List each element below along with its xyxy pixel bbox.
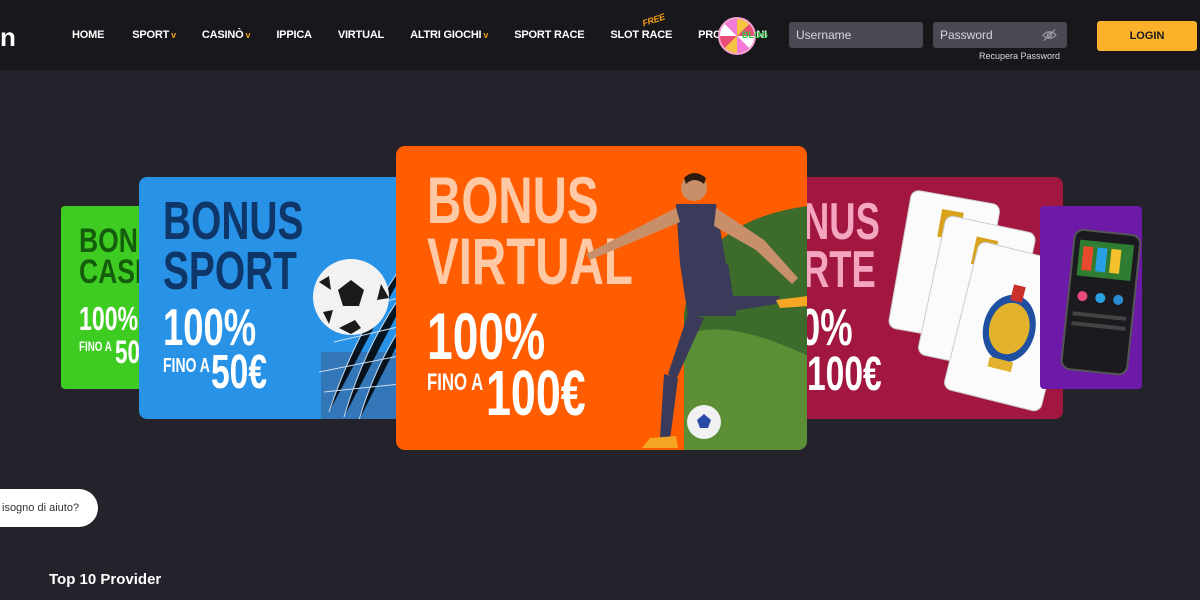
banner-bonus-virtual[interactable]: BONUS VIRTUAL 100% FINO A 100€ xyxy=(396,146,807,450)
nav-casino[interactable]: CASINÒ v xyxy=(202,29,251,41)
login-button[interactable]: LOGIN xyxy=(1097,21,1197,51)
banner-percent: 0% xyxy=(800,299,853,357)
section-title-top-provider: Top 10 Provider xyxy=(49,571,162,588)
chevron-down-icon: v xyxy=(483,30,489,40)
site-logo[interactable]: n xyxy=(0,22,16,53)
top-header: n HOME SPORT v CASINÒ v IPPICA VIRTUAL ALT… xyxy=(0,0,1200,70)
banner-fino: FINO A xyxy=(163,355,210,377)
nav-slot-race[interactable]: FREE SLOT RACE xyxy=(610,12,672,41)
chevron-down-icon: v xyxy=(245,30,251,40)
banner-title: BONUS SPORT xyxy=(163,191,304,301)
chevron-down-icon: v xyxy=(171,30,176,40)
recover-password-link[interactable]: Recupera Password xyxy=(979,51,1060,61)
banner-title: NUS RTE xyxy=(803,193,880,299)
banner-bonus-slot[interactable] xyxy=(1040,206,1142,389)
help-chat-button[interactable]: isogno di aiuto? xyxy=(0,489,98,527)
phone-illustration xyxy=(1060,228,1142,376)
banner-fino: FINO A xyxy=(79,338,112,354)
banner-fino: FINO A xyxy=(427,369,484,396)
nav-altri-giochi[interactable]: ALTRI GIOCHI v xyxy=(410,29,488,41)
playing-cards-illustration xyxy=(888,190,1063,412)
banner-bonus-carte[interactable]: NUS RTE 0% 100€ xyxy=(795,177,1063,419)
username-input[interactable]: Username xyxy=(789,22,923,48)
nav-ippica[interactable]: IPPICA xyxy=(276,29,312,41)
soccer-player-illustration xyxy=(586,173,807,448)
banner-amount: 50 xyxy=(115,334,140,370)
nav-home[interactable]: HOME xyxy=(72,29,106,41)
password-input[interactable]: Password xyxy=(933,22,1067,48)
banner-percent: 100% xyxy=(79,300,139,337)
banner-amount: 100€ xyxy=(486,357,586,429)
banner-bonus-sport[interactable]: BONUS SPORT 100% FINO A 50€ xyxy=(139,177,417,419)
free-badge: FREE xyxy=(641,11,667,29)
banner-amount: 50€ xyxy=(211,346,268,399)
nav-virtual[interactable]: VIRTUAL xyxy=(338,29,384,41)
eye-slash-icon[interactable] xyxy=(1042,28,1057,42)
blog-label: BLOG xyxy=(742,30,768,40)
nav-sport[interactable]: SPORT v xyxy=(132,29,176,41)
banner-amount: 100€ xyxy=(807,348,882,401)
nav-sport-race[interactable]: SPORT RACE xyxy=(514,29,584,41)
main-nav: HOME SPORT v CASINÒ v IPPICA VIRTUAL ALTRI… xyxy=(72,0,793,70)
